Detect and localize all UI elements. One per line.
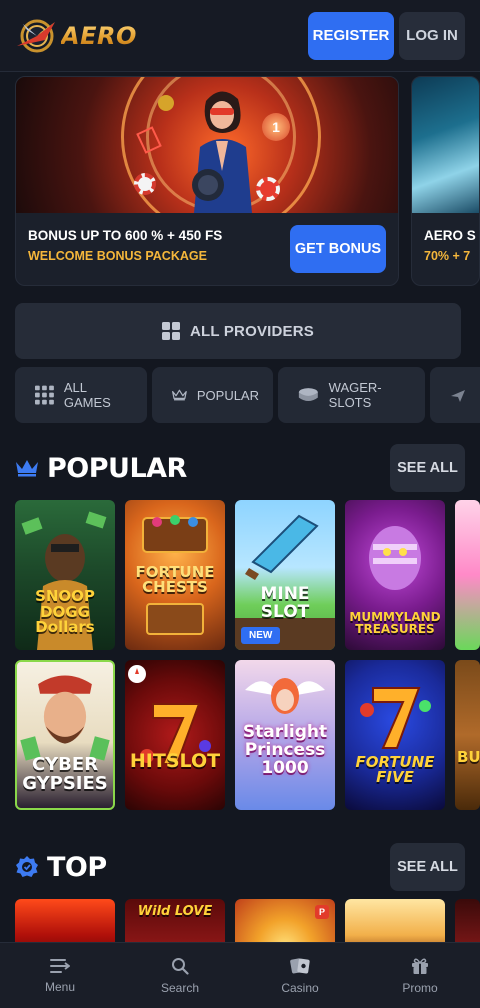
see-all-button[interactable]: SEE ALL	[390, 843, 465, 891]
cards-icon	[290, 957, 310, 974]
promo-banner-image	[412, 77, 479, 213]
game-tile[interactable]	[455, 500, 480, 650]
nav-label: Search	[160, 980, 200, 995]
aero-logo[interactable]: AERO	[15, 16, 137, 56]
nav-promo[interactable]: Promo	[360, 943, 480, 1008]
top-section-header: TOP SEE ALL	[15, 843, 465, 891]
popular-section-header: POPULAR SEE ALL	[15, 444, 465, 492]
tab-all-games[interactable]: ALL GAMES	[15, 367, 147, 423]
bottom-nav: Menu Search Casino Promo	[0, 942, 480, 1008]
crown-icon	[172, 389, 187, 401]
grid-icon	[161, 322, 180, 340]
tab-popular[interactable]: POPULAR	[152, 367, 273, 423]
game-tile[interactable]: FORTUNE FIVE	[345, 660, 445, 810]
menu-icon	[50, 958, 70, 973]
badge-icon	[16, 856, 38, 877]
game-title: Wild LOVE	[137, 904, 213, 919]
nav-search[interactable]: Search	[120, 943, 240, 1008]
get-bonus-button[interactable]: GET BONUS	[290, 225, 386, 273]
game-tile[interactable]: MUMMYLAND TREASURES	[345, 500, 445, 650]
game-tile[interactable]: FORTUNE CHESTS	[125, 500, 225, 650]
game-tile[interactable]: CYBER GYPSIES	[15, 660, 115, 810]
promo-card-aero-s[interactable]: AERO S 70% + 7	[411, 76, 480, 286]
game-title: BU	[457, 748, 480, 767]
tab-aviator[interactable]	[430, 367, 480, 423]
all-providers-button[interactable]: ALL PROVIDERS	[15, 303, 461, 359]
nav-menu[interactable]: Menu	[0, 943, 120, 1008]
game-tile[interactable]: SNOOP DOGG Dollars	[15, 500, 115, 650]
coins-icon	[298, 388, 318, 402]
nav-label: Menu	[44, 979, 76, 994]
crown-icon	[16, 460, 38, 477]
game-title: FORTUNE FIVE	[355, 752, 435, 787]
game-tile[interactable]: BU	[455, 660, 480, 810]
game-title: SNOOP DOGG Dollars	[35, 586, 95, 637]
register-button[interactable]: REGISTER	[308, 11, 394, 60]
promo-title: AERO S	[424, 228, 476, 243]
gift-icon	[412, 957, 428, 974]
plane-icon	[451, 390, 465, 402]
game-title: Starlight Princess 1000	[242, 722, 328, 779]
all-providers-label: ALL PROVIDERS	[189, 322, 314, 340]
search-icon	[172, 957, 189, 975]
game-title: MINE SLOT	[260, 584, 310, 623]
category-tabs: ALL GAMES POPULAR WAGER-SLOTS	[15, 367, 480, 423]
tab-label: ALL GAMES	[63, 380, 111, 410]
game-tile[interactable]: Starlight Princess 1000	[235, 660, 335, 810]
section-title: POPULAR	[47, 452, 187, 484]
tab-wager-slots[interactable]: WAGER-SLOTS	[278, 367, 425, 423]
section-title: TOP	[47, 851, 107, 883]
game-title: CYBER GYPSIES	[22, 754, 108, 795]
game-tile[interactable]: MINE SLOT NEW	[235, 500, 335, 650]
game-tile[interactable]: HITSLOT	[125, 660, 225, 810]
new-badge: NEW	[241, 627, 281, 644]
popular-games-row-2: CYBER GYPSIES HITSLOT Starlight Princess…	[15, 660, 480, 810]
promo-subtitle: 70% + 7	[424, 249, 471, 263]
logo-text: AERO	[61, 21, 137, 50]
promo-card-welcome[interactable]: 1 BONUS UP TO 600 % + 450 FS WELCOME BON…	[15, 76, 399, 286]
nav-label: Promo	[402, 980, 438, 995]
see-all-button[interactable]: SEE ALL	[390, 444, 465, 492]
game-art	[360, 687, 431, 749]
tab-label: WAGER-SLOTS	[328, 380, 382, 410]
nav-label: Casino	[281, 980, 319, 995]
game-title: HITSLOT	[129, 750, 221, 773]
game-title: MUMMYLAND TREASURES	[349, 609, 441, 637]
login-button[interactable]: LOG IN	[399, 11, 465, 60]
dots-grid-icon	[35, 385, 54, 405]
popular-games-row-1: SNOOP DOGG Dollars FORTUNE CHESTS MINE S…	[15, 500, 480, 650]
nav-casino[interactable]: Casino	[240, 943, 360, 1008]
game-art	[128, 665, 211, 765]
aero-logo-icon	[17, 19, 55, 52]
tab-label: POPULAR	[196, 387, 259, 403]
game-title: FORTUNE CHESTS	[135, 562, 215, 597]
header: AERO REGISTER LOG IN	[0, 0, 480, 72]
promo-banner-image: 1	[16, 77, 398, 213]
